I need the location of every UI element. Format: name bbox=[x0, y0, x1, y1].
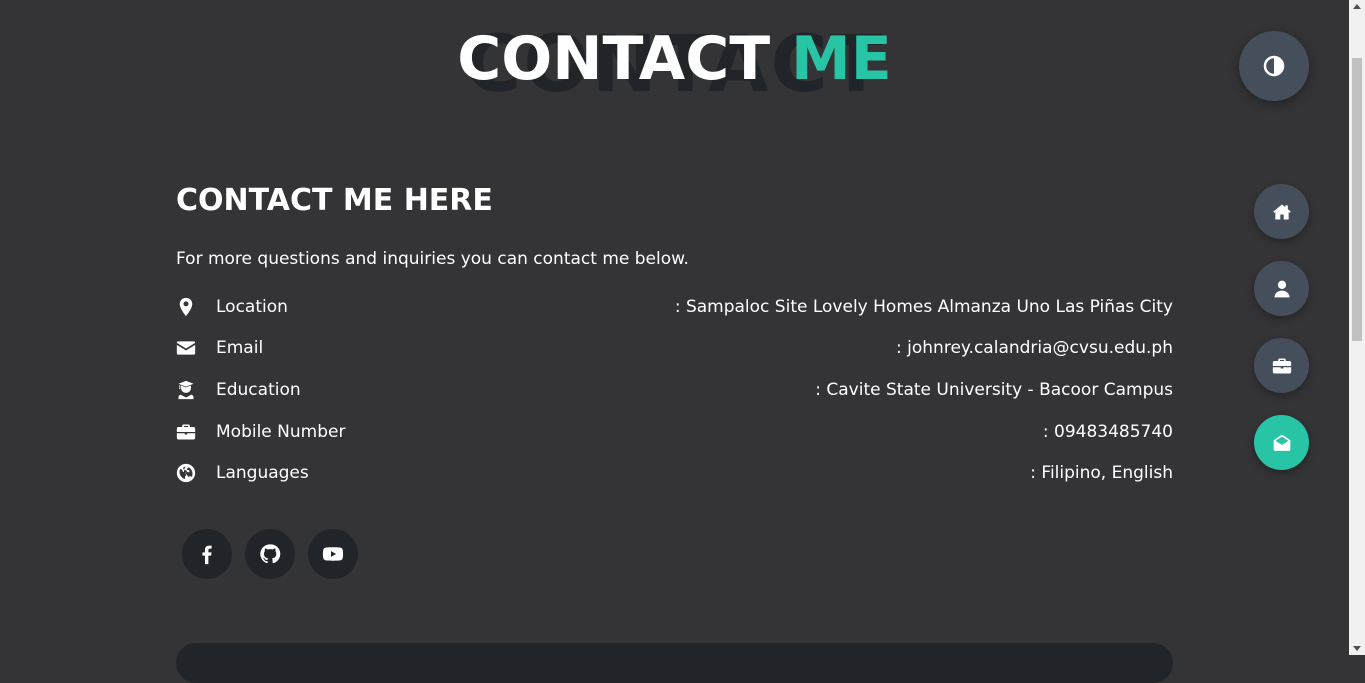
social-links bbox=[182, 529, 358, 579]
contact-intro: For more questions and inquiries you can… bbox=[176, 249, 689, 269]
nav-contact-button[interactable] bbox=[1254, 415, 1309, 470]
contact-item-value: : 09483485740 bbox=[1042, 421, 1173, 442]
scroll-up-arrow[interactable] bbox=[1353, 4, 1361, 9]
contact-item-value: : Sampaloc Site Lovely Homes Almanza Uno… bbox=[674, 296, 1173, 317]
contact-item-value: : Filipino, English bbox=[1030, 463, 1173, 484]
contact-item-label: Languages bbox=[216, 463, 309, 484]
contact-item-label: Mobile Number bbox=[216, 421, 346, 442]
section-title-text: CONTACT ME bbox=[0, 24, 1349, 94]
page-scrollbar[interactable] bbox=[1349, 0, 1365, 655]
home-icon bbox=[1272, 202, 1292, 222]
envelope-icon bbox=[176, 338, 216, 358]
facebook-link[interactable] bbox=[182, 529, 232, 579]
contact-item-value[interactable]: : johnrey.calandria@cvsu.edu.ph bbox=[896, 338, 1173, 358]
graduate-icon bbox=[176, 380, 216, 400]
contrast-icon bbox=[1262, 54, 1286, 78]
contact-info-list: Location : Sampaloc Site Lovely Homes Al… bbox=[176, 286, 1173, 494]
theme-toggle-button[interactable] bbox=[1239, 31, 1309, 101]
envelope-open-icon bbox=[1272, 433, 1292, 453]
bottom-card bbox=[176, 643, 1173, 683]
contact-item-label: Education bbox=[216, 379, 301, 400]
youtube-icon bbox=[322, 543, 344, 565]
nav-portfolio-button[interactable] bbox=[1254, 338, 1309, 393]
contact-item-education: Education : Cavite State University - Ba… bbox=[176, 369, 1173, 411]
youtube-link[interactable] bbox=[308, 529, 358, 579]
section-title: CONTACT CONTACT ME bbox=[0, 18, 1349, 110]
nav-home-button[interactable] bbox=[1254, 184, 1309, 239]
scroll-down-arrow[interactable] bbox=[1353, 646, 1361, 651]
scrollbar-thumb[interactable] bbox=[1352, 58, 1362, 341]
briefcase-icon bbox=[176, 422, 216, 442]
section-title-main: CONTACT bbox=[457, 24, 771, 94]
github-link[interactable] bbox=[245, 529, 295, 579]
facebook-icon bbox=[196, 543, 218, 565]
contact-item-label: Email bbox=[216, 338, 264, 359]
contact-heading: CONTACT ME HERE bbox=[176, 183, 493, 218]
contact-item-languages: Languages : Filipino, English bbox=[176, 452, 1173, 494]
map-pin-icon bbox=[176, 297, 216, 317]
globe-icon bbox=[176, 463, 216, 483]
contact-content: CONTACT ME HERE For more questions and i… bbox=[176, 180, 1173, 494]
nav-about-button[interactable] bbox=[1254, 261, 1309, 316]
contact-item-value: : Cavite State University - Bacoor Campu… bbox=[815, 379, 1173, 400]
github-icon bbox=[259, 543, 281, 565]
side-navigation bbox=[1254, 184, 1309, 470]
contact-item-email: Email : johnrey.calandria@cvsu.edu.ph bbox=[176, 328, 1173, 370]
contact-item-mobile: Mobile Number : 09483485740 bbox=[176, 411, 1173, 453]
section-title-accent: ME bbox=[791, 24, 892, 94]
contact-item-location: Location : Sampaloc Site Lovely Homes Al… bbox=[176, 286, 1173, 328]
user-icon bbox=[1272, 279, 1292, 299]
contact-item-label: Location bbox=[216, 296, 288, 317]
briefcase-icon bbox=[1272, 356, 1292, 376]
